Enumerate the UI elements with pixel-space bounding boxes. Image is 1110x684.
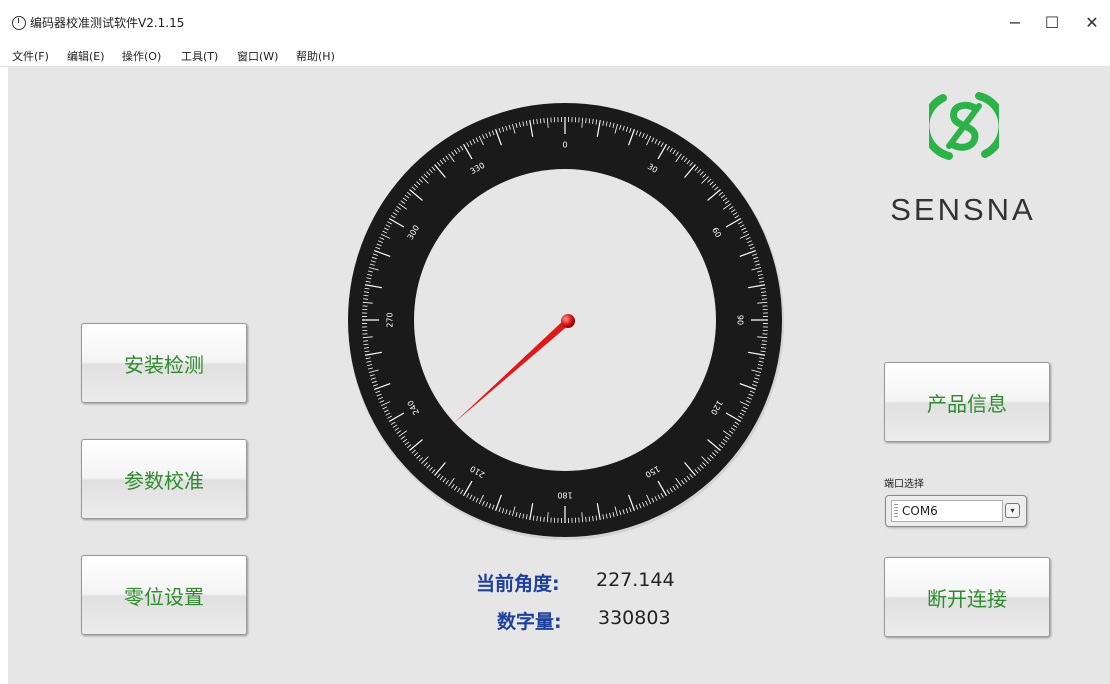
title-bar: 编码器校准测试软件V2.1.15 − ☐ ✕ (0, 0, 1110, 46)
gauge-label-270: 270 (386, 312, 395, 327)
menu-tools[interactable]: 工具(T) (181, 48, 218, 64)
menu-bar: 文件(F) 编辑(E) 操作(O) 工具(T) 窗口(W) 帮助(H) (0, 46, 1110, 67)
menu-edit[interactable]: 编辑(E) (67, 48, 105, 64)
gauge-label-0: 0 (562, 141, 567, 150)
logo-text: SENSNA (890, 192, 1036, 227)
maximize-button[interactable]: ☐ (1032, 6, 1072, 40)
window-title: 编码器校准测试软件V2.1.15 (30, 16, 185, 30)
grip-icon (894, 504, 898, 518)
menu-operation[interactable]: 操作(O) (122, 48, 161, 64)
zero-setting-button[interactable]: 零位设置 (81, 555, 247, 635)
gauge-label-180: 180 (557, 491, 572, 500)
install-check-button[interactable]: 安装检测 (81, 323, 247, 403)
close-button[interactable]: ✕ (1072, 6, 1110, 40)
minimize-button[interactable]: − (995, 6, 1035, 40)
menu-help[interactable]: 帮助(H) (296, 48, 335, 64)
angle-gauge: 0306090120150180210240270300330 (348, 103, 784, 540)
count-value: 330803 (598, 607, 671, 629)
product-info-button[interactable]: 产品信息 (884, 362, 1050, 442)
port-select-label: 端口选择 (884, 479, 924, 490)
gauge-label-90: 90 (736, 315, 745, 325)
angle-label: 当前角度: (476, 573, 560, 595)
count-label: 数字量: (497, 611, 562, 633)
app-clock-icon (12, 16, 26, 30)
menu-file[interactable]: 文件(F) (12, 48, 49, 64)
port-select[interactable]: COM6 ▾ (885, 495, 1027, 527)
menu-window[interactable]: 窗口(W) (237, 48, 278, 64)
angle-value: 227.144 (596, 569, 675, 591)
needle-pivot (561, 314, 575, 328)
chevron-down-icon[interactable]: ▾ (1005, 503, 1020, 518)
param-calibrate-button[interactable]: 参数校准 (81, 439, 247, 519)
port-value: COM6 (902, 504, 938, 518)
port-field[interactable]: COM6 (891, 500, 1003, 522)
disconnect-button[interactable]: 断开连接 (884, 557, 1050, 637)
